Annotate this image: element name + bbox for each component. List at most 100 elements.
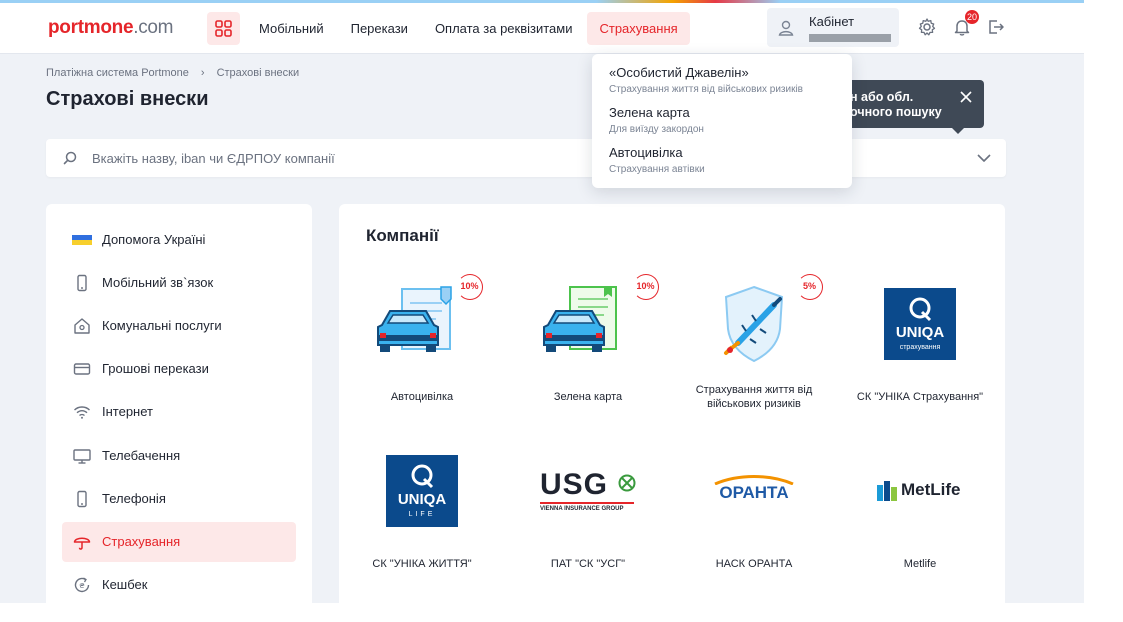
- cashback-icon: ₴: [74, 577, 90, 593]
- breadcrumb-current: Страхові внески: [216, 67, 300, 79]
- sidebar-item-label: Кешбек: [102, 577, 148, 592]
- search-icon: [63, 151, 77, 165]
- company-card-military-life[interactable]: 5% Страхування життя від військових ризи…: [671, 274, 837, 424]
- company-name: НАСК ОРАНТА: [715, 558, 793, 570]
- sidebar-item-cashback[interactable]: ₴ Кешбек: [62, 565, 296, 603]
- dropdown-item-subtitle: Страхування автівки: [609, 164, 705, 175]
- company-logo: ОРАНТА: [671, 441, 837, 541]
- companies-title: Компанії: [366, 226, 439, 245]
- dropdown-item-subtitle: Для виїзду закордон: [609, 124, 704, 135]
- dropdown-item-title: Автоцивілка: [609, 145, 683, 160]
- grid-icon: [215, 20, 232, 37]
- dropdown-item-title: «Особистий Джавелін»: [609, 65, 749, 80]
- discount-badge: 5%: [797, 274, 823, 300]
- sidebar-item-utilities[interactable]: Комунальні послуги: [62, 306, 296, 346]
- user-icon: [778, 20, 794, 36]
- nav-insurance[interactable]: Страхування: [587, 12, 690, 45]
- page-title: Страхові внески: [46, 88, 209, 110]
- cabinet-label: Кабінет: [809, 14, 855, 29]
- sidebar-item-label: Телефонія: [102, 491, 166, 506]
- sidebar-item-label: Інтернет: [102, 404, 153, 419]
- phone-icon: [77, 490, 87, 508]
- company-card-green-card[interactable]: 10% Зелена карта: [505, 274, 671, 424]
- company-card-uniqa-insurance[interactable]: UNIQA страхування СК "УНІКА Страхування": [837, 274, 1003, 424]
- nav-mobile[interactable]: Мобільний: [247, 12, 336, 45]
- sidebar-item-internet[interactable]: Інтернет: [62, 392, 296, 432]
- uniqa-q-icon: [909, 297, 932, 322]
- sidebar-item-label: Страхування: [102, 534, 181, 549]
- dropdown-item-autocivilka[interactable]: Автоцивілка Страхування автівки: [609, 145, 705, 175]
- usg-logo-text: USG: [540, 468, 609, 501]
- dropdown-item-javelin[interactable]: «Особистий Джавелін» Страхування життя в…: [609, 65, 803, 95]
- uniqa-logo: UNIQA страхування: [884, 288, 956, 360]
- breadcrumb-home-link[interactable]: Платіжна система Portmone: [46, 67, 189, 79]
- nav-payment-by-details[interactable]: Оплата за реквізитами: [423, 12, 585, 45]
- uniqa-q-icon: [411, 464, 434, 489]
- company-card-metlife[interactable]: MetLife Metlife: [837, 441, 1003, 591]
- card-icon: [73, 363, 91, 375]
- cabinet-button[interactable]: Кабінет: [767, 8, 899, 47]
- sidebar-item-tv[interactable]: Телебачення: [62, 436, 296, 476]
- logo-text-domain: .com: [133, 17, 174, 38]
- logout-icon[interactable]: [986, 17, 1006, 37]
- usg-emblem-icon: [618, 474, 636, 492]
- metlife-mark-icon: [877, 481, 897, 501]
- tooltip-arrow: [952, 128, 964, 134]
- chevron-down-icon[interactable]: [976, 151, 992, 165]
- portmone-logo[interactable]: portmone.com: [48, 17, 174, 39]
- dropdown-item-title: Зелена карта: [609, 105, 690, 120]
- search-tooltip: н або обл. очного пошуку: [842, 80, 984, 134]
- company-name: СК "УНІКА ЖИТТЯ": [372, 558, 472, 570]
- sidebar-item-telephony[interactable]: Телефонія: [62, 479, 296, 519]
- tv-icon: [73, 449, 91, 464]
- settings-gear-icon[interactable]: [917, 17, 937, 37]
- discount-value: 5%: [802, 281, 816, 291]
- discount-value: 10%: [460, 281, 479, 291]
- company-card-uniqa-life[interactable]: UNIQA LIFE СК "УНІКА ЖИТТЯ": [339, 441, 505, 591]
- discount-value: 10%: [636, 281, 655, 291]
- browser-viewport: portmone.com Мобільний Перекази Оплата з…: [0, 0, 1084, 603]
- uniqa-life-logo: UNIQA LIFE: [386, 455, 458, 527]
- oranta-logo: ОРАНТА: [709, 475, 799, 507]
- close-icon[interactable]: [960, 91, 972, 103]
- metlife-logo: MetLife: [877, 479, 963, 503]
- tooltip-line-1: н або обл.: [850, 90, 914, 104]
- company-logo: UNIQA LIFE: [339, 441, 505, 541]
- car-green-card-illustration: [543, 286, 617, 352]
- usg-logo-subtext: VIENNA INSURANCE GROUP: [540, 506, 624, 512]
- company-logo: MetLife: [837, 441, 1003, 541]
- dropdown-item-subtitle: Страхування життя від військових ризиків: [609, 84, 803, 95]
- company-card-oranta[interactable]: ОРАНТА НАСК ОРАНТА: [671, 441, 837, 591]
- wifi-icon: [74, 406, 90, 419]
- main-nav: Мобільний Перекази Оплата за реквізитами…: [247, 12, 693, 45]
- sidebar-item-money-transfers[interactable]: Грошові перекази: [62, 349, 296, 389]
- company-name: Зелена карта: [553, 391, 623, 403]
- company-name: ПАТ "СК "УСГ": [550, 558, 626, 570]
- categories-sidebar: Допомога Україні Мобільний зв`язок Комун…: [46, 204, 312, 603]
- mobile-icon: [77, 274, 87, 292]
- svg-text:₴: ₴: [79, 582, 85, 590]
- company-logo: USG VIENNA INSURANCE GROUP: [505, 441, 671, 541]
- company-search-bar: [46, 139, 1006, 177]
- sidebar-item-insurance[interactable]: Страхування: [62, 522, 296, 562]
- sidebar-item-label: Мобільний зв`язок: [102, 275, 214, 290]
- discount-badge: 10%: [633, 274, 659, 300]
- metlife-logo-text: MetLife: [901, 480, 961, 499]
- breadcrumb: Платіжна система Portmone › Страхові вне…: [46, 67, 299, 79]
- shield-javelin-illustration: [724, 285, 784, 363]
- tooltip-line-2: очного пошуку: [850, 105, 942, 119]
- chevron-right-icon: ›: [200, 67, 205, 79]
- company-name: Страхування життя від військових ризиків: [695, 384, 813, 410]
- discount-badge: 10%: [457, 274, 483, 300]
- company-card-autocivilka[interactable]: 10% Автоцивілка: [339, 274, 505, 424]
- ukraine-flag-icon: [72, 235, 92, 245]
- sidebar-item-mobile[interactable]: Мобільний зв`язок: [62, 263, 296, 303]
- company-card-usg[interactable]: USG VIENNA INSURANCE GROUP ПАТ "СК "УСГ": [505, 441, 671, 591]
- uniqa-logo-subtext: страхування: [899, 344, 941, 351]
- apps-menu-button[interactable]: [207, 12, 240, 45]
- company-name: СК "УНІКА Страхування": [856, 391, 984, 403]
- umbrella-icon: [73, 537, 91, 550]
- nav-transfers[interactable]: Перекази: [339, 12, 420, 45]
- sidebar-item-ukraine-help[interactable]: Допомога Україні: [62, 220, 296, 260]
- dropdown-item-green-card[interactable]: Зелена карта Для виїзду закордон: [609, 105, 704, 135]
